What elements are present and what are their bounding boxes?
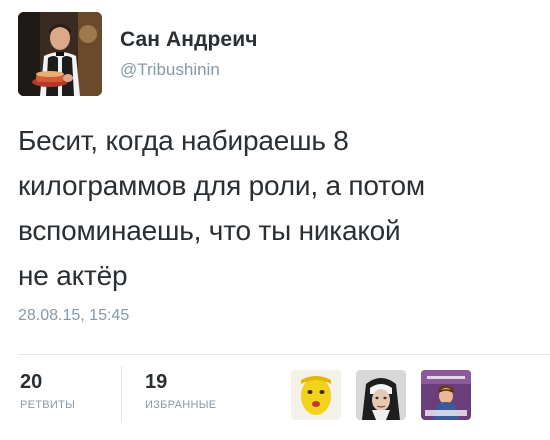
yellow-face-avatar-icon <box>291 370 341 420</box>
nun-avatar-icon <box>356 370 406 420</box>
tweet-text-line: килограммов для роли, а потом <box>18 170 425 201</box>
divider <box>18 354 550 355</box>
tweet-card: Сан Андреич @Tribushinin Бесит, когда на… <box>0 0 550 440</box>
author-photo-icon <box>18 12 102 96</box>
author-handle[interactable]: @Tribushinin <box>120 60 220 80</box>
retweets-stat[interactable]: 20 РЕТВИТЫ <box>20 371 75 411</box>
tweet-text-line: не актёр <box>18 260 128 291</box>
favoriter-avatar[interactable] <box>291 370 341 420</box>
favoriter-avatar[interactable] <box>356 370 406 420</box>
author-avatar[interactable] <box>18 12 102 96</box>
meme-avatar-icon <box>421 370 471 420</box>
favorites-count: 19 <box>145 371 168 393</box>
favorites-label: ИЗБРАННЫЕ <box>145 399 217 411</box>
retweets-label: РЕТВИТЫ <box>20 399 76 411</box>
favoriter-avatar[interactable] <box>421 370 471 420</box>
tweet-text-line: Бесит, когда набираешь 8 <box>18 125 349 156</box>
retweets-count: 20 <box>20 371 43 393</box>
tweet-timestamp[interactable]: 28.08.15, 15:45 <box>18 307 129 325</box>
tweet-text-line: вспоминаешь, что ты никакой <box>18 215 401 246</box>
tweet-text: Бесит, когда набираешь 8 килограммов для… <box>18 118 528 298</box>
author-name[interactable]: Сан Андреич <box>120 28 258 52</box>
stats-separator <box>121 366 122 422</box>
favorites-stat[interactable]: 19 ИЗБРАННЫЕ <box>145 371 216 411</box>
